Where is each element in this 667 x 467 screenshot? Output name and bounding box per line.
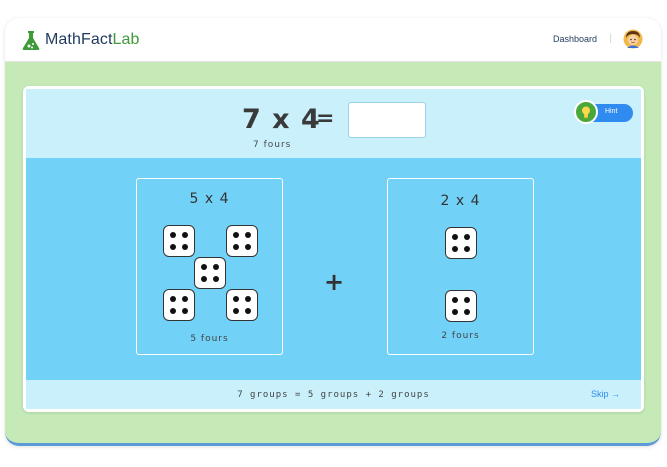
pip: [464, 234, 470, 240]
group-left-subtitle: 5 fours: [190, 334, 229, 344]
pip: [452, 246, 458, 252]
pip: [170, 308, 176, 314]
pip: [245, 232, 251, 238]
top-navbar: MathFactLab Dashboard |: [5, 18, 661, 62]
footer-bar: 7 groups = 5 groups + 2 groups Skip →: [26, 380, 641, 409]
app-frame: MathFactLab Dashboard | 7 x 4 = 7 fours: [5, 18, 661, 446]
answer-input[interactable]: [348, 102, 426, 138]
die: [163, 225, 195, 257]
equation-text: 7 x 4: [242, 104, 321, 135]
die: [163, 289, 195, 321]
pip: [201, 276, 207, 282]
die: [226, 225, 258, 257]
logo-text-main: MathFact: [45, 31, 113, 48]
group-right-subtitle: 2 fours: [441, 331, 480, 341]
pip: [233, 244, 239, 250]
question-area: 7 x 4 = 7 fours Hint: [26, 89, 641, 158]
pip: [245, 296, 251, 302]
pip: [464, 246, 470, 252]
pip: [170, 232, 176, 238]
group-left: 5 x 4 5 fours: [136, 178, 283, 355]
pip: [182, 308, 188, 314]
pip: [464, 309, 470, 315]
logo-text: MathFactLab: [45, 31, 140, 49]
pip: [182, 232, 188, 238]
pip: [452, 309, 458, 315]
pip: [182, 296, 188, 302]
die: [445, 227, 477, 259]
pip: [233, 232, 239, 238]
pip: [452, 234, 458, 240]
die: [194, 257, 226, 289]
group-right-title: 2 x 4: [440, 193, 481, 209]
logo[interactable]: MathFactLab: [21, 29, 140, 51]
nav-separator: |: [609, 33, 613, 44]
pip: [245, 244, 251, 250]
student-avatar-icon[interactable]: [623, 29, 643, 49]
pip: [233, 296, 239, 302]
pip: [170, 296, 176, 302]
lightbulb-icon: [574, 100, 598, 124]
dashboard-link[interactable]: Dashboard: [553, 34, 597, 44]
pip: [245, 308, 251, 314]
group-left-title: 5 x 4: [189, 191, 230, 207]
question-card: 7 x 4 = 7 fours Hint 5 x 4 5 fours + 2 x…: [23, 86, 644, 412]
die: [445, 290, 477, 322]
pip: [201, 264, 207, 270]
logo-text-accent: Lab: [112, 31, 140, 48]
work-area: 5 x 4 5 fours + 2 x 4 2 fours: [26, 158, 641, 380]
pip: [182, 244, 188, 250]
plus-sign: +: [324, 268, 345, 296]
skip-button[interactable]: Skip →: [591, 389, 620, 399]
groups-equation-text: 7 groups = 5 groups + 2 groups: [237, 390, 430, 400]
pip: [213, 264, 219, 270]
hint-button[interactable]: Hint: [574, 100, 633, 124]
question-subtitle: 7 fours: [253, 140, 292, 150]
flask-icon: [22, 31, 40, 50]
pip: [233, 308, 239, 314]
die: [226, 289, 258, 321]
group-right: 2 x 4 2 fours: [387, 178, 534, 355]
equals-sign: =: [316, 106, 335, 131]
hint-label: Hint: [605, 108, 618, 115]
pip: [213, 276, 219, 282]
pip: [170, 244, 176, 250]
pip: [464, 297, 470, 303]
pip: [452, 297, 458, 303]
